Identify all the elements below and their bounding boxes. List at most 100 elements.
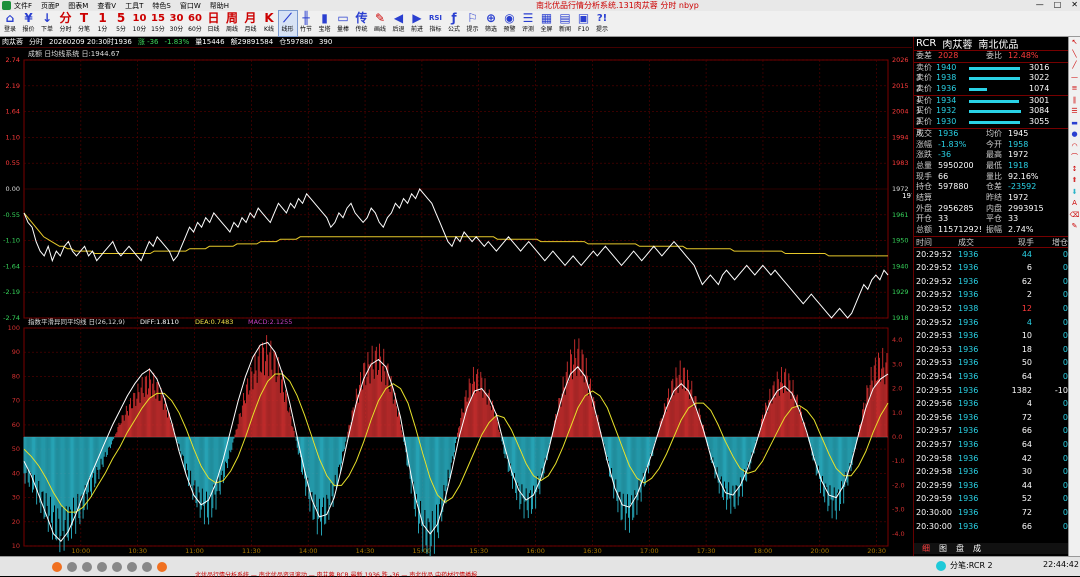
toolbar-button[interactable]: ▤ 新闻 bbox=[556, 11, 574, 36]
tick-row[interactable]: 20:29:52 1936 6 0 bbox=[914, 261, 1068, 275]
erase-tool-icon[interactable]: ⌫ bbox=[1069, 210, 1080, 222]
toolbar-button[interactable]: 周周线 bbox=[223, 11, 241, 36]
toolbar-button[interactable]: ↓ 下单 bbox=[38, 11, 56, 36]
mail-icon[interactable] bbox=[82, 561, 92, 572]
tick-row[interactable]: 20:29:53 1936 18 0 bbox=[914, 343, 1068, 357]
toolbar-button[interactable]: ◉ 预警 bbox=[501, 11, 519, 36]
toolbar-button[interactable]: 60 60分 bbox=[186, 11, 204, 36]
tick-row[interactable]: 20:29:52 1936 4 0 bbox=[914, 316, 1068, 330]
tab-book[interactable]: 盘 bbox=[956, 543, 964, 554]
menu-item[interactable]: 页面P bbox=[41, 1, 59, 11]
toolbar-button[interactable]: 1 1分 bbox=[94, 11, 112, 36]
tick-row[interactable]: 20:30:00 1936 66 0 bbox=[914, 520, 1068, 534]
close-button[interactable]: ✕ bbox=[1071, 0, 1078, 9]
toolbar-button[interactable]: ƒ 公式 bbox=[445, 11, 463, 36]
mic-icon[interactable] bbox=[97, 561, 107, 572]
tab-trades[interactable]: 成 bbox=[973, 543, 981, 554]
tick-table[interactable]: 20:29:52 1936 44 0 20:29:52 1936 6 0 20:29:52 193… bbox=[914, 248, 1068, 533]
tick-row[interactable]: 20:29:52 1936 44 0 bbox=[914, 248, 1068, 262]
cycle-tool-icon[interactable]: ⌒ bbox=[1069, 152, 1080, 164]
tick-row[interactable]: 20:29:52 1938 12 0 bbox=[914, 302, 1068, 316]
menu-item[interactable]: 查看V bbox=[97, 1, 116, 11]
rect-tool-icon[interactable]: ▬ bbox=[1069, 118, 1080, 130]
toolbar-button[interactable]: ▦ 全屏 bbox=[538, 11, 556, 36]
tick-row[interactable]: 20:29:59 1936 52 0 bbox=[914, 492, 1068, 506]
ray-tool-icon[interactable]: ╱ bbox=[1069, 60, 1080, 72]
toolbar-button[interactable]: ✎ 画线 bbox=[371, 11, 389, 36]
tab-detail[interactable]: 细 bbox=[922, 543, 930, 554]
toolbar-button[interactable]: 5 5分 bbox=[112, 11, 130, 36]
channel-tool-icon[interactable]: ≡ bbox=[1069, 83, 1080, 95]
pen-tool-icon[interactable]: ✎ bbox=[1069, 221, 1080, 233]
toolbar-button[interactable]: ▭ 量棒 bbox=[334, 11, 352, 36]
toolbar-button[interactable]: ☰ 评测 bbox=[519, 11, 537, 36]
toolbar-button[interactable]: 15 15分 bbox=[149, 11, 167, 36]
message-icon[interactable] bbox=[157, 561, 167, 572]
tab-chart[interactable]: 图 bbox=[939, 543, 947, 554]
toolbar-button[interactable]: ¥ 报价 bbox=[20, 11, 38, 36]
arc-tool-icon[interactable]: ◠ bbox=[1069, 141, 1080, 153]
menu-item[interactable]: 文件F bbox=[14, 1, 32, 11]
toolbar-button[interactable]: RSI 指标 bbox=[427, 11, 445, 36]
down-arrow-tool-icon[interactable]: ⬇ bbox=[1069, 187, 1080, 199]
grid-icon[interactable] bbox=[142, 561, 152, 572]
price-annotation: 1972 bbox=[902, 192, 912, 200]
settings-icon[interactable] bbox=[112, 561, 122, 572]
chart-svg[interactable]: 2.74 2026 2.19 2015 1.64 2004 1.10 1994 0.55 1983… bbox=[0, 48, 912, 556]
toolbar-button[interactable]: 日日线 bbox=[205, 11, 223, 36]
ellipse-tool-icon[interactable]: ● bbox=[1069, 129, 1080, 141]
toolbar-button[interactable]: ▣ F10 bbox=[575, 11, 593, 36]
minimize-button[interactable]: — bbox=[1036, 0, 1044, 9]
menu-item[interactable]: 帮助H bbox=[210, 1, 229, 11]
toolbar-button[interactable]: ╫ 竹节 bbox=[297, 11, 315, 36]
maximize-button[interactable]: □ bbox=[1054, 0, 1062, 9]
toolbar-button[interactable]: 月月线 bbox=[242, 11, 260, 36]
line-tool-icon[interactable]: ╲ bbox=[1069, 49, 1080, 61]
user-icon[interactable] bbox=[67, 561, 77, 572]
toolbar-button[interactable]: T 分笔 bbox=[75, 11, 93, 36]
arrow-tool-icon[interactable]: ↖ bbox=[1069, 37, 1080, 49]
toolbar-button[interactable]: 10 10分 bbox=[131, 11, 149, 36]
tick-row[interactable]: 20:29:52 1936 62 0 bbox=[914, 275, 1068, 289]
toolbar-button[interactable]: 分分时 bbox=[57, 11, 75, 36]
price-tool-icon[interactable]: ↕ bbox=[1069, 164, 1080, 176]
toolbar-button[interactable]: ⚐ 提示 bbox=[464, 11, 482, 36]
tick-row[interactable]: 20:29:58 1936 30 0 bbox=[914, 465, 1068, 479]
tick-row[interactable]: 20:29:59 1936 44 0 bbox=[914, 479, 1068, 493]
parallel-tool-icon[interactable]: ∥ bbox=[1069, 95, 1080, 107]
text-tool-icon[interactable]: A bbox=[1069, 198, 1080, 210]
fib-tool-icon[interactable]: ☰ bbox=[1069, 106, 1080, 118]
up-arrow-tool-icon[interactable]: ⬆ bbox=[1069, 175, 1080, 187]
intraday-chart-area[interactable]: 2.74 2026 2.19 2015 1.64 2004 1.10 1994 0.55 1983… bbox=[0, 48, 912, 556]
tick-row[interactable]: 20:29:53 1936 50 0 bbox=[914, 356, 1068, 370]
toolbar-button[interactable]: ◀ 后退 bbox=[390, 11, 408, 36]
tick-row[interactable]: 20:29:57 1936 66 0 bbox=[914, 424, 1068, 438]
menu-item[interactable]: 图表M bbox=[68, 1, 88, 11]
tick-row[interactable]: 20:29:55 1936 1382 -10 bbox=[914, 384, 1068, 398]
chat-icon[interactable] bbox=[127, 561, 137, 572]
toolbar-button[interactable]: 30 30分 bbox=[168, 11, 186, 36]
menu-item[interactable]: 工具T bbox=[125, 1, 143, 11]
segment-tool-icon[interactable]: — bbox=[1069, 72, 1080, 84]
tick-row[interactable]: 20:29:52 1936 2 0 bbox=[914, 288, 1068, 302]
menu-item[interactable]: 窗口W bbox=[180, 1, 201, 11]
stat-row: 结算 昨结 1972 bbox=[914, 193, 1068, 204]
toolbar-button[interactable]: K K线 bbox=[260, 11, 278, 36]
toolbar-button[interactable]: ⌂ 登录 bbox=[1, 11, 19, 36]
menu-item[interactable]: 特色S bbox=[152, 1, 170, 11]
tick-row[interactable]: 20:29:57 1936 64 0 bbox=[914, 438, 1068, 452]
tick-row[interactable]: 20:29:54 1936 64 0 bbox=[914, 370, 1068, 384]
toolbar-button[interactable]: ▮ 宝塔 bbox=[316, 11, 334, 36]
toolbar-button[interactable]: ⟋ 线形 bbox=[277, 10, 298, 37]
tick-row[interactable]: 20:29:53 1936 10 0 bbox=[914, 329, 1068, 343]
toolbar-button[interactable]: ▶ 前进 bbox=[408, 11, 426, 36]
tick-oi-change: 0 bbox=[1062, 344, 1068, 354]
toolbar-button[interactable]: ⊕ 筛选 bbox=[482, 11, 500, 36]
toolbar-button[interactable]: ?! 提示 bbox=[593, 11, 611, 36]
s-logo-icon[interactable] bbox=[52, 561, 62, 572]
tick-row[interactable]: 20:29:56 1936 4 0 bbox=[914, 397, 1068, 411]
toolbar-button[interactable]: 传传统 bbox=[353, 11, 371, 36]
tick-row[interactable]: 20:30:00 1936 72 0 bbox=[914, 506, 1068, 520]
tick-row[interactable]: 20:29:56 1936 72 0 bbox=[914, 411, 1068, 425]
tick-row[interactable]: 20:29:58 1936 42 0 bbox=[914, 452, 1068, 466]
